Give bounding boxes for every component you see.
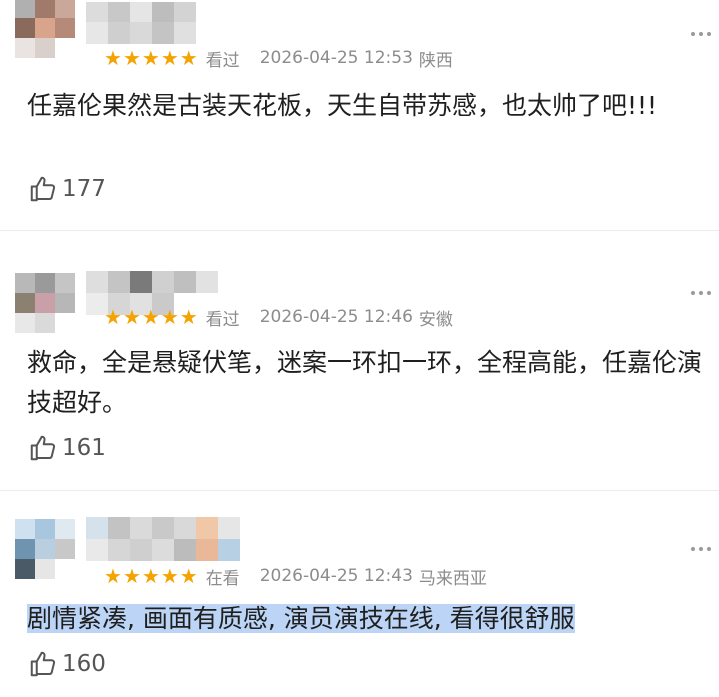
like-button[interactable]: 160 bbox=[28, 649, 106, 679]
star-icon: ★ bbox=[141, 46, 160, 70]
more-dots-icon[interactable] bbox=[691, 547, 711, 551]
username-blurred[interactable] bbox=[86, 271, 218, 293]
comment-item: ★ ★ ★ ★ ★ 看过 2026-04-25 12:53 陕西 任嘉伦果然是古… bbox=[0, 0, 719, 230]
star-icon: ★ bbox=[179, 564, 198, 588]
comment-meta: ★ ★ ★ ★ ★ 看过 2026-04-25 12:46 安徽 bbox=[104, 304, 453, 330]
comment-text-highlighted[interactable]: 剧情紧凑, 画面有质感, 演员演技在线, 看得很舒服 bbox=[27, 604, 575, 633]
more-dots-icon[interactable] bbox=[691, 32, 711, 36]
comment-item: ★ ★ ★ ★ ★ 看过 2026-04-25 12:46 安徽 救命，全是悬疑… bbox=[0, 230, 719, 491]
rating-stars: ★ ★ ★ ★ ★ bbox=[104, 566, 198, 586]
star-icon: ★ bbox=[122, 46, 141, 70]
star-icon: ★ bbox=[104, 564, 122, 588]
like-count: 160 bbox=[62, 651, 106, 677]
like-count: 177 bbox=[62, 176, 106, 202]
more-dots-icon[interactable] bbox=[691, 291, 711, 295]
comment-region: 马来西亚 bbox=[418, 568, 487, 589]
star-icon: ★ bbox=[179, 305, 198, 329]
username-blurred bbox=[86, 22, 196, 44]
watch-status: 看过 bbox=[205, 309, 240, 330]
comment-text: 剧情紧凑, 画面有质感, 演员演技在线, 看得很舒服 bbox=[27, 599, 707, 639]
comment-date: 2026-04-25 12:43 bbox=[259, 566, 413, 586]
watch-status: 在看 bbox=[205, 568, 240, 589]
comment-meta: ★ ★ ★ ★ ★ 在看 2026-04-25 12:43 马来西亚 bbox=[104, 563, 487, 589]
rating-stars: ★ ★ ★ ★ ★ bbox=[104, 48, 198, 68]
comment-date: 2026-04-25 12:46 bbox=[259, 307, 413, 327]
rating-stars: ★ ★ ★ ★ ★ bbox=[104, 307, 198, 327]
star-icon: ★ bbox=[104, 305, 122, 329]
star-icon: ★ bbox=[160, 305, 179, 329]
star-icon: ★ bbox=[122, 305, 141, 329]
comment-region: 陕西 bbox=[418, 50, 453, 71]
comment-text: 救命，全是悬疑伏笔，迷案一环扣一环，全程高能，任嘉伦演技超好。 bbox=[27, 348, 703, 417]
star-icon: ★ bbox=[122, 564, 141, 588]
username-blurred[interactable] bbox=[86, 2, 196, 24]
thumbs-up-icon bbox=[30, 651, 56, 677]
star-icon: ★ bbox=[141, 305, 160, 329]
like-count: 161 bbox=[62, 435, 106, 461]
comment-text: 任嘉伦果然是古装天花板，天生自带苏感，也太帅了吧!!! bbox=[27, 91, 658, 120]
user-avatar[interactable] bbox=[15, 273, 75, 333]
star-icon: ★ bbox=[160, 46, 179, 70]
thumbs-up-icon bbox=[30, 176, 56, 202]
thumbs-up-icon bbox=[30, 435, 56, 461]
star-icon: ★ bbox=[141, 564, 160, 588]
comment-item: ★ ★ ★ ★ ★ 在看 2026-04-25 12:43 马来西亚 剧情紧凑,… bbox=[0, 490, 719, 697]
comment-region: 安徽 bbox=[418, 309, 453, 330]
comment-date: 2026-04-25 12:53 bbox=[259, 48, 413, 68]
watch-status: 看过 bbox=[205, 50, 240, 71]
star-icon: ★ bbox=[160, 564, 179, 588]
comment-meta: ★ ★ ★ ★ ★ 看过 2026-04-25 12:53 陕西 bbox=[104, 45, 453, 71]
user-avatar[interactable] bbox=[15, 519, 75, 579]
username-blurred bbox=[86, 539, 240, 561]
like-button[interactable]: 177 bbox=[28, 174, 106, 204]
like-button[interactable]: 161 bbox=[28, 433, 106, 463]
star-icon: ★ bbox=[104, 46, 122, 70]
user-avatar[interactable] bbox=[15, 0, 75, 58]
username-blurred[interactable] bbox=[86, 517, 240, 539]
star-icon: ★ bbox=[179, 46, 198, 70]
